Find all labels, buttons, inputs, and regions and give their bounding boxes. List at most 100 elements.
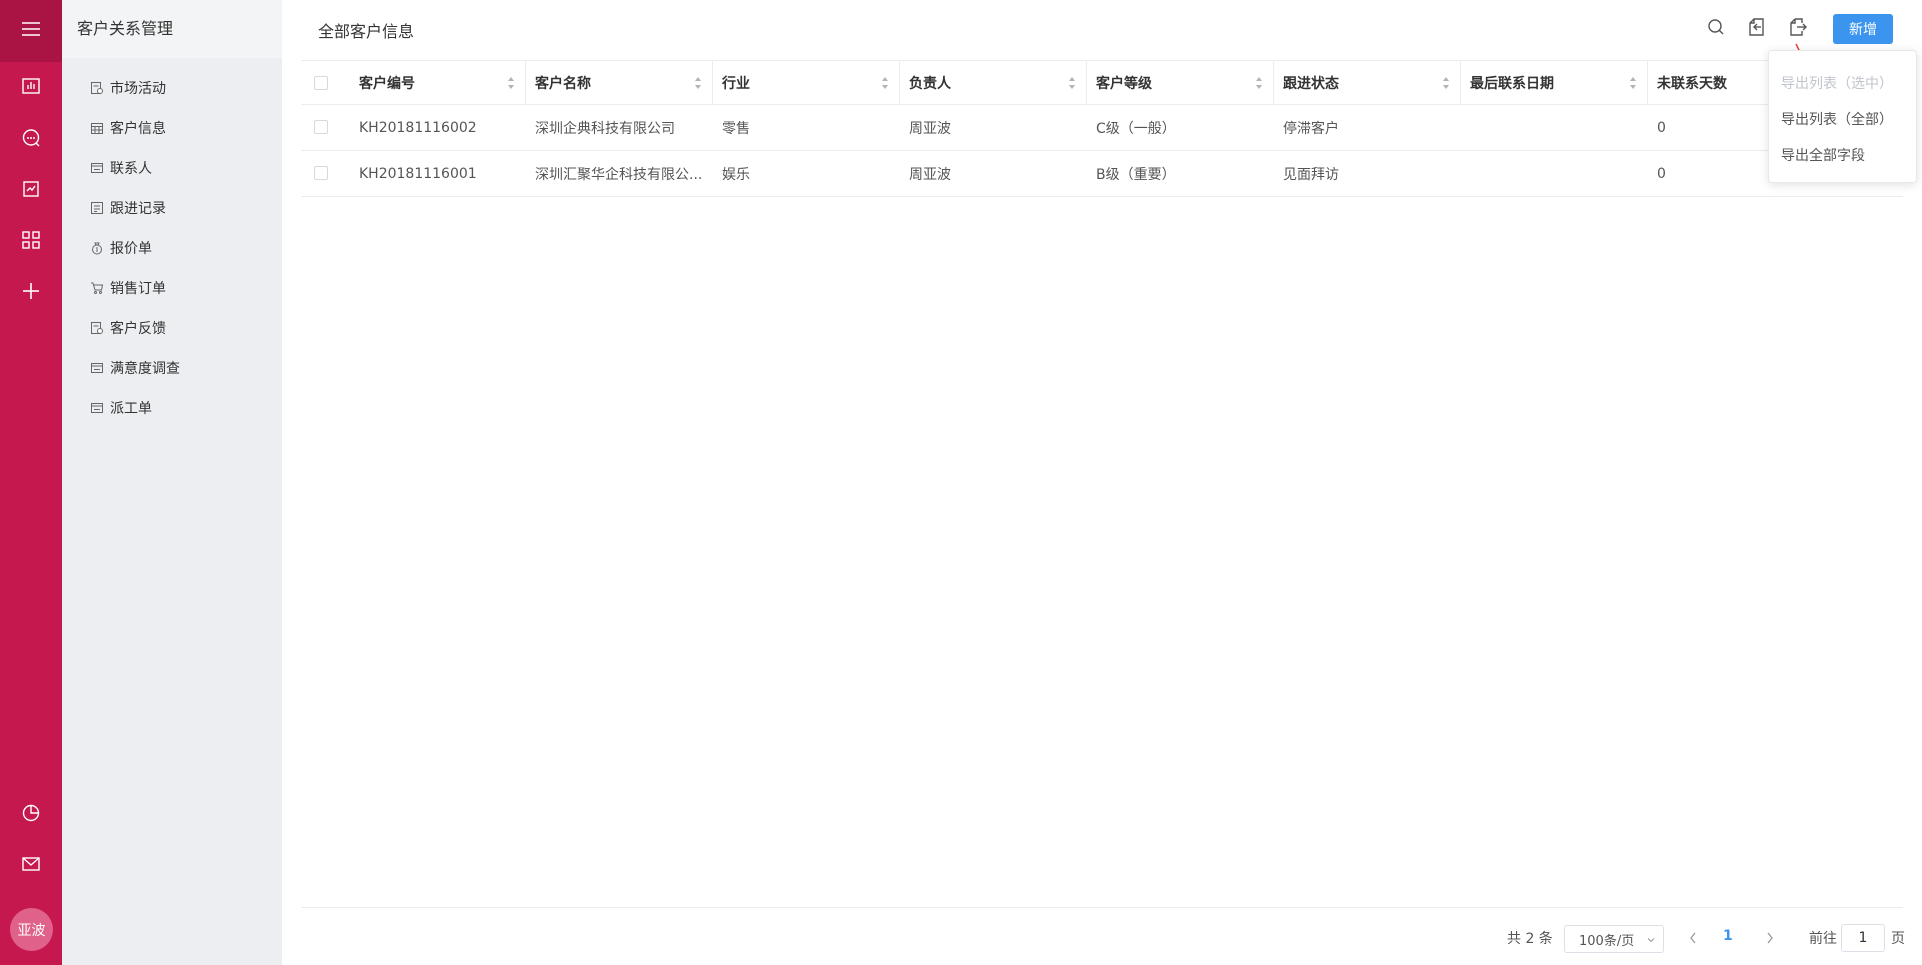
app-window: 亚波 客户关系管理 市场活动 客户信息 联系人 跟进记录 报价单 销售订单 客户…	[0, 0, 1922, 965]
next-page-button[interactable]	[1762, 928, 1778, 948]
sort-icon[interactable]	[881, 76, 889, 90]
pie-chart-icon	[21, 803, 41, 827]
add-new-button[interactable]: 新增	[1833, 14, 1893, 44]
row-checkbox[interactable]	[314, 120, 328, 134]
export-selected-item: 导出列表（选中）	[1781, 76, 1893, 92]
column-label: 客户名称	[535, 76, 591, 92]
page-title: 全部客户信息	[318, 22, 415, 41]
sort-icon[interactable]	[1629, 76, 1637, 90]
page-size-value: 100条/页	[1579, 933, 1635, 949]
sidebar-item-contacts[interactable]: 联系人	[90, 148, 152, 188]
calendar-grid-icon	[90, 121, 104, 135]
select-all-checkbox[interactable]	[314, 76, 328, 90]
export-all-item[interactable]: 导出列表（全部）	[1781, 109, 1893, 129]
column-header-owner[interactable]: 负责人	[899, 61, 1086, 105]
sort-icon[interactable]	[1442, 76, 1450, 90]
cell-owner: 周亚波	[909, 166, 951, 183]
column-header-last-contact-date[interactable]: 最后联系日期	[1460, 61, 1647, 105]
cart-icon	[90, 281, 104, 295]
page-unit-label: 页	[1891, 931, 1905, 947]
sidebar-item-label: 报价单	[110, 241, 152, 257]
page-size-select[interactable]: 100条/页	[1564, 925, 1664, 953]
sidebar-item-customer-feedback[interactable]: 客户反馈	[90, 308, 166, 348]
chevron-left-icon	[1690, 932, 1696, 944]
column-label: 跟进状态	[1283, 76, 1339, 92]
feedback-doc-icon	[90, 321, 104, 335]
sidebar-item-label: 客户信息	[110, 121, 166, 137]
goto-label: 前往	[1809, 931, 1837, 947]
rail-mail-button[interactable]	[0, 843, 62, 889]
money-bag-icon	[90, 241, 104, 255]
bar-chart-icon	[21, 76, 41, 100]
cell-industry: 零售	[722, 120, 750, 137]
cell-last-contact-date	[1470, 151, 1640, 196]
chevron-down-icon	[1647, 938, 1655, 943]
cell-customer-level: C级（一般）	[1096, 120, 1176, 137]
sidebar-item-follow-records[interactable]: 跟进记录	[90, 188, 166, 228]
column-label: 最后联系日期	[1470, 76, 1554, 92]
column-header-customer-name[interactable]: 客户名称	[525, 61, 712, 105]
icon-rail: 亚波	[0, 0, 62, 965]
apps-grid-icon	[21, 230, 41, 254]
sort-icon[interactable]	[1068, 76, 1076, 90]
cell-customer-id: KH20181116002	[359, 119, 477, 136]
sidebar-item-label: 销售订单	[110, 281, 166, 297]
column-label: 客户编号	[359, 76, 415, 92]
report-icon	[21, 179, 41, 203]
sidebar-item-label: 满意度调查	[110, 361, 180, 377]
goto-page-input[interactable]: 1	[1841, 924, 1885, 952]
sort-icon[interactable]	[694, 76, 702, 90]
cell-customer-id: KH20181116001	[359, 165, 477, 182]
column-label: 行业	[722, 76, 750, 92]
sidebar-item-market-activity[interactable]: 市场活动	[90, 68, 166, 108]
cell-follow-status: 停滞客户	[1283, 120, 1339, 137]
survey-icon	[90, 361, 104, 375]
rail-chat-button[interactable]	[0, 117, 62, 163]
sidebar-item-label: 联系人	[110, 161, 152, 177]
table-divider	[301, 907, 1903, 908]
column-header-follow-status[interactable]: 跟进状态	[1273, 61, 1460, 105]
table-row[interactable]: KH20181116002 深圳企典科技有限公司 零售 周亚波 C级（一般） 停…	[301, 105, 1903, 151]
mail-icon	[21, 854, 41, 878]
rail-apps-button[interactable]	[0, 219, 62, 265]
export-button[interactable]	[1783, 14, 1813, 44]
sidebar-item-customer-info[interactable]: 客户信息	[90, 108, 166, 148]
sidebar-item-label: 派工单	[110, 401, 152, 417]
cell-customer-name[interactable]: 深圳企典科技有限公司	[535, 105, 705, 150]
column-header-customer-level[interactable]: 客户等级	[1086, 61, 1273, 105]
sidebar-item-quotations[interactable]: 报价单	[90, 228, 152, 268]
export-dropdown-menu: 导出列表（选中） 导出列表（全部） 导出全部字段	[1768, 50, 1917, 183]
rail-report-button[interactable]	[0, 168, 62, 214]
import-icon	[1746, 16, 1768, 42]
column-header-industry[interactable]: 行业	[712, 61, 899, 105]
main-content: 全部客户信息 新增 客户编号 客户名称 行业 负责人 客户等级 跟进状态 最后联…	[282, 0, 1922, 965]
page-number-current[interactable]: 1	[1723, 928, 1733, 944]
table-row[interactable]: KH20181116001 深圳汇聚华企科技有限公... 娱乐 周亚波 B级（重…	[301, 151, 1903, 197]
prev-page-button[interactable]	[1685, 928, 1701, 948]
page-header: 全部客户信息 新增	[282, 0, 1922, 56]
sort-icon[interactable]	[507, 76, 515, 90]
search-button[interactable]	[1701, 14, 1731, 44]
pagination-total: 共 2 条	[1507, 931, 1553, 947]
sidebar-item-sales-orders[interactable]: 销售订单	[90, 268, 166, 308]
cell-owner: 周亚波	[909, 120, 951, 137]
sort-icon[interactable]	[1255, 76, 1263, 90]
menu-toggle-button[interactable]	[0, 0, 62, 62]
sidebar-item-label: 跟进记录	[110, 201, 166, 217]
rail-add-button[interactable]	[0, 270, 62, 316]
sidebar-item-dispatch-orders[interactable]: 派工单	[90, 388, 152, 428]
user-avatar[interactable]: 亚波	[10, 908, 53, 951]
column-header-customer-id[interactable]: 客户编号	[341, 61, 525, 105]
menu-icon	[21, 21, 41, 41]
import-button[interactable]	[1742, 14, 1772, 44]
sidebar-item-satisfaction-survey[interactable]: 满意度调查	[90, 348, 180, 388]
row-checkbox[interactable]	[314, 166, 328, 180]
cell-follow-status: 见面拜访	[1283, 166, 1339, 183]
column-label: 客户等级	[1096, 76, 1152, 92]
rail-dashboard-button[interactable]	[0, 65, 62, 111]
rail-stats-button[interactable]	[0, 792, 62, 838]
dispatch-icon	[90, 401, 104, 415]
export-icon	[1787, 16, 1809, 42]
export-all-fields-item[interactable]: 导出全部字段	[1781, 145, 1865, 165]
cell-customer-name[interactable]: 深圳汇聚华企科技有限公...	[535, 151, 705, 196]
